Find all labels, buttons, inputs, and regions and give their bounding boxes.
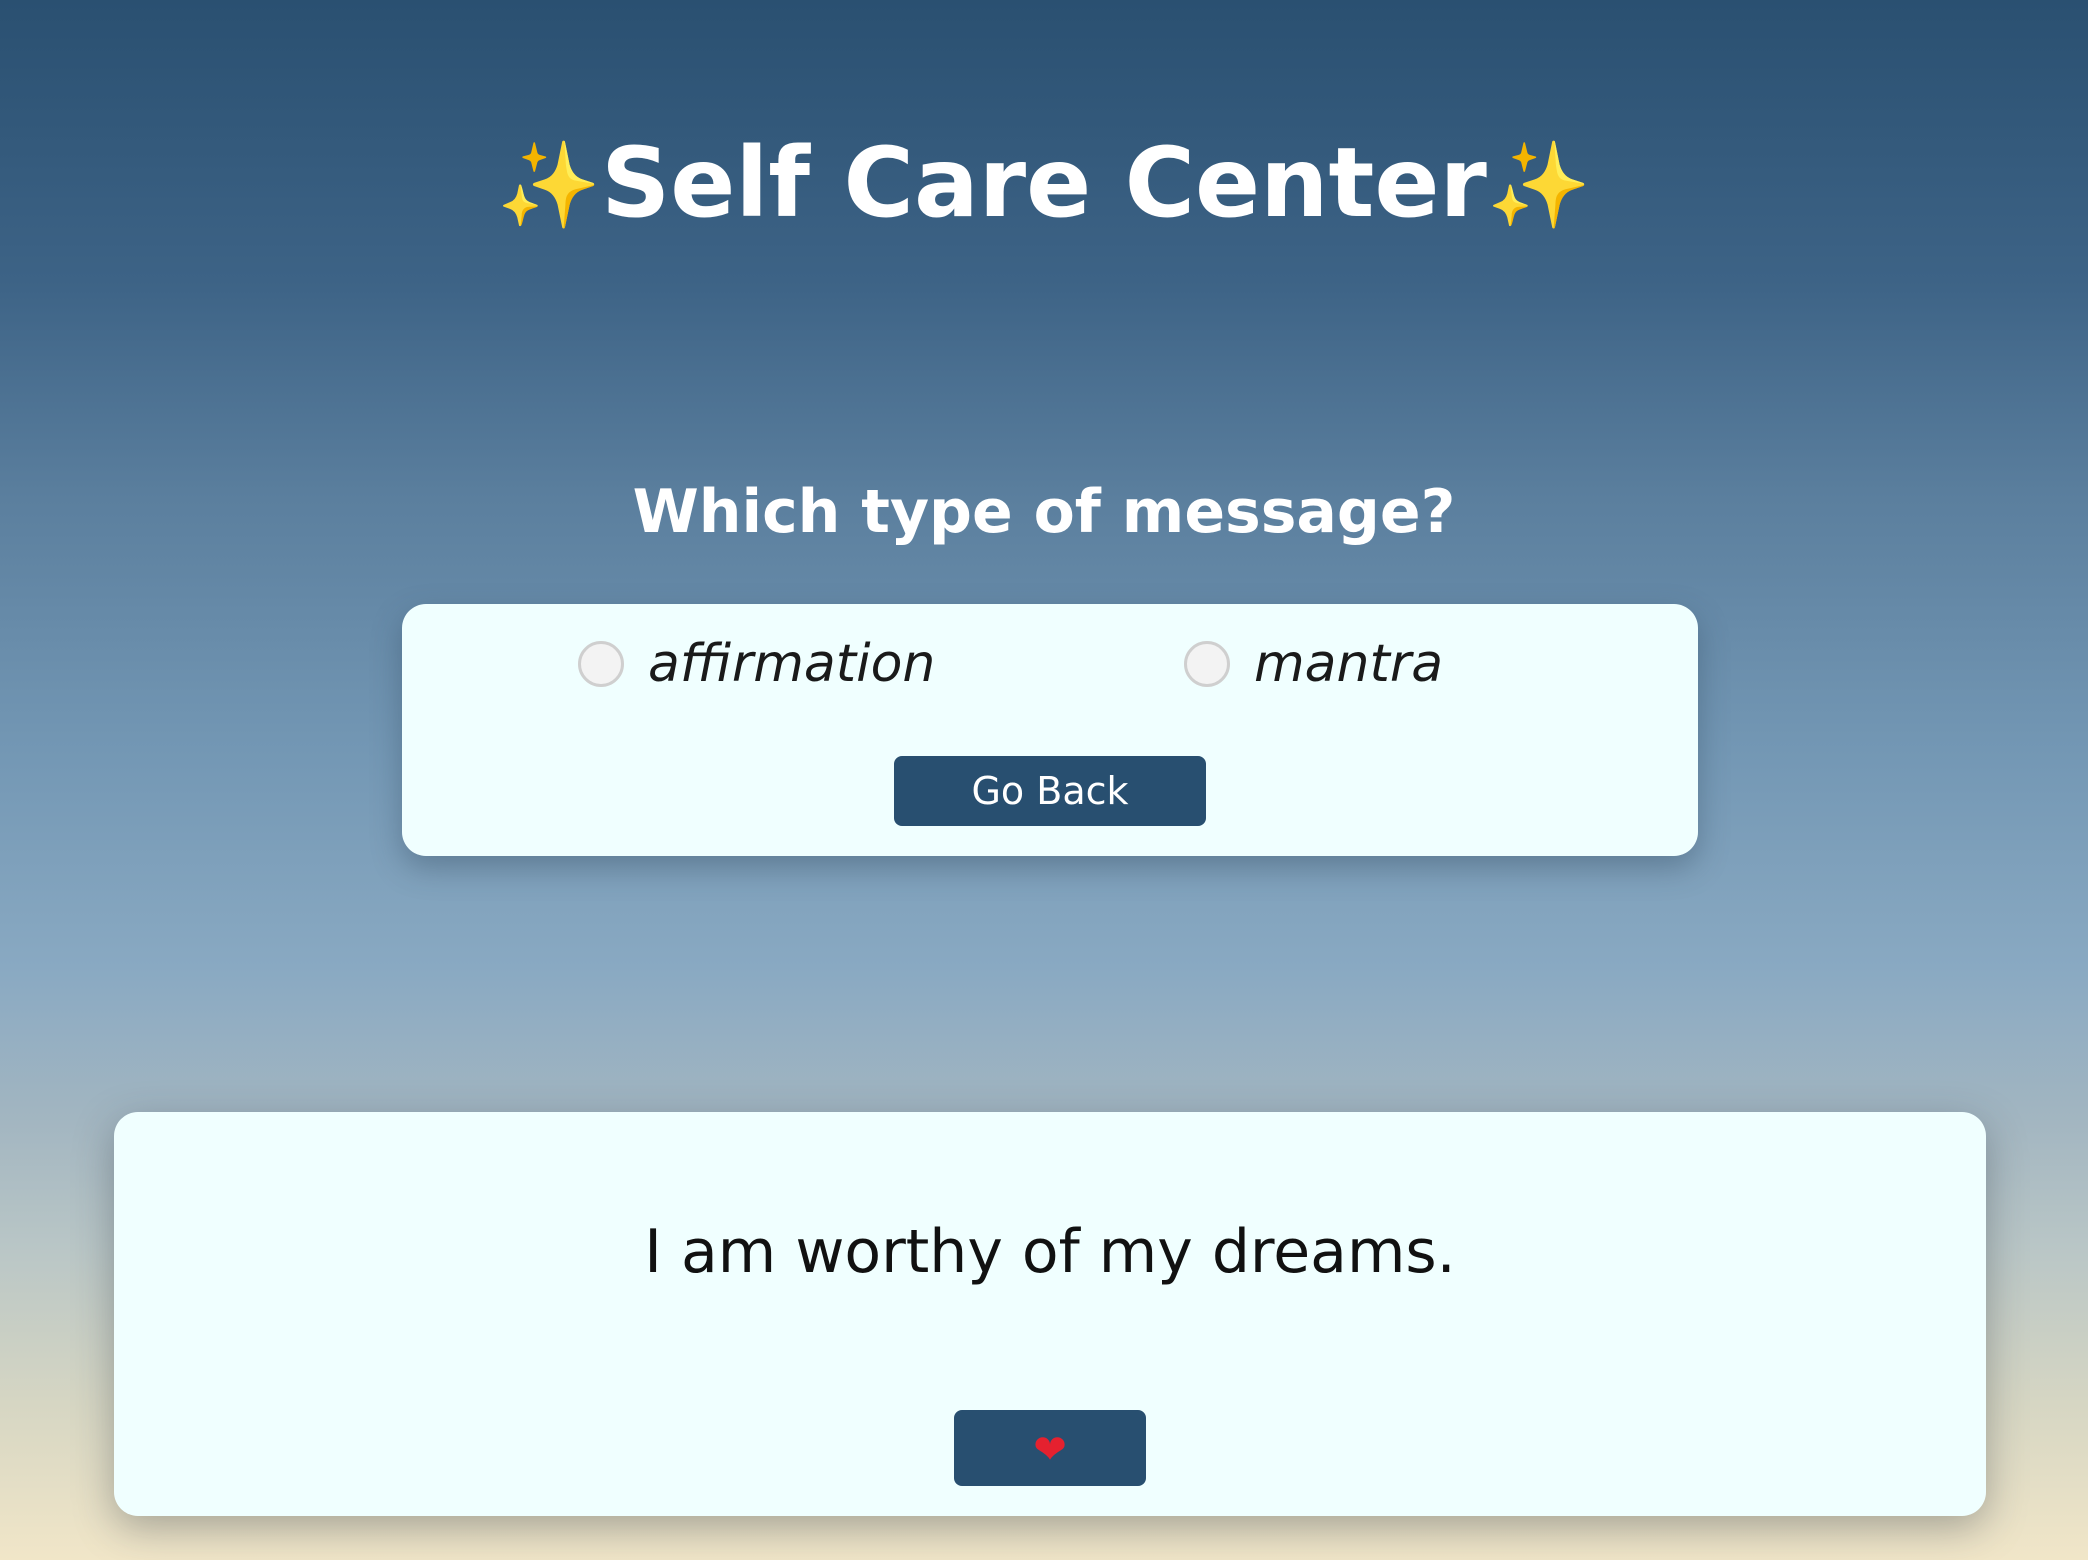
message-type-card: affirmation mantra Go Back <box>402 604 1698 856</box>
app-title: ✨Self Care Center✨ <box>0 128 2088 242</box>
affirmation-label[interactable]: affirmation <box>648 634 935 694</box>
go-back-button[interactable]: Go Back <box>894 756 1206 826</box>
heart-icon: ❤ <box>1033 1427 1067 1473</box>
message-type-question: Which type of message? <box>632 477 1456 547</box>
affirmation-radio[interactable] <box>578 641 624 687</box>
sparkles-icon: ✨ <box>496 136 602 235</box>
favorite-button[interactable]: ❤ <box>954 1410 1146 1486</box>
message-card: I am worthy of my dreams. ❤ <box>114 1112 1986 1516</box>
mantra-radio[interactable] <box>1184 641 1230 687</box>
affirmation-option[interactable]: affirmation <box>578 634 935 694</box>
message-text: I am worthy of my dreams. <box>644 1217 1456 1287</box>
mantra-option[interactable]: mantra <box>1184 634 1443 694</box>
app-title-text: Self Care Center <box>601 127 1487 240</box>
mantra-label[interactable]: mantra <box>1254 634 1443 694</box>
sparkles-icon: ✨ <box>1486 136 1592 235</box>
